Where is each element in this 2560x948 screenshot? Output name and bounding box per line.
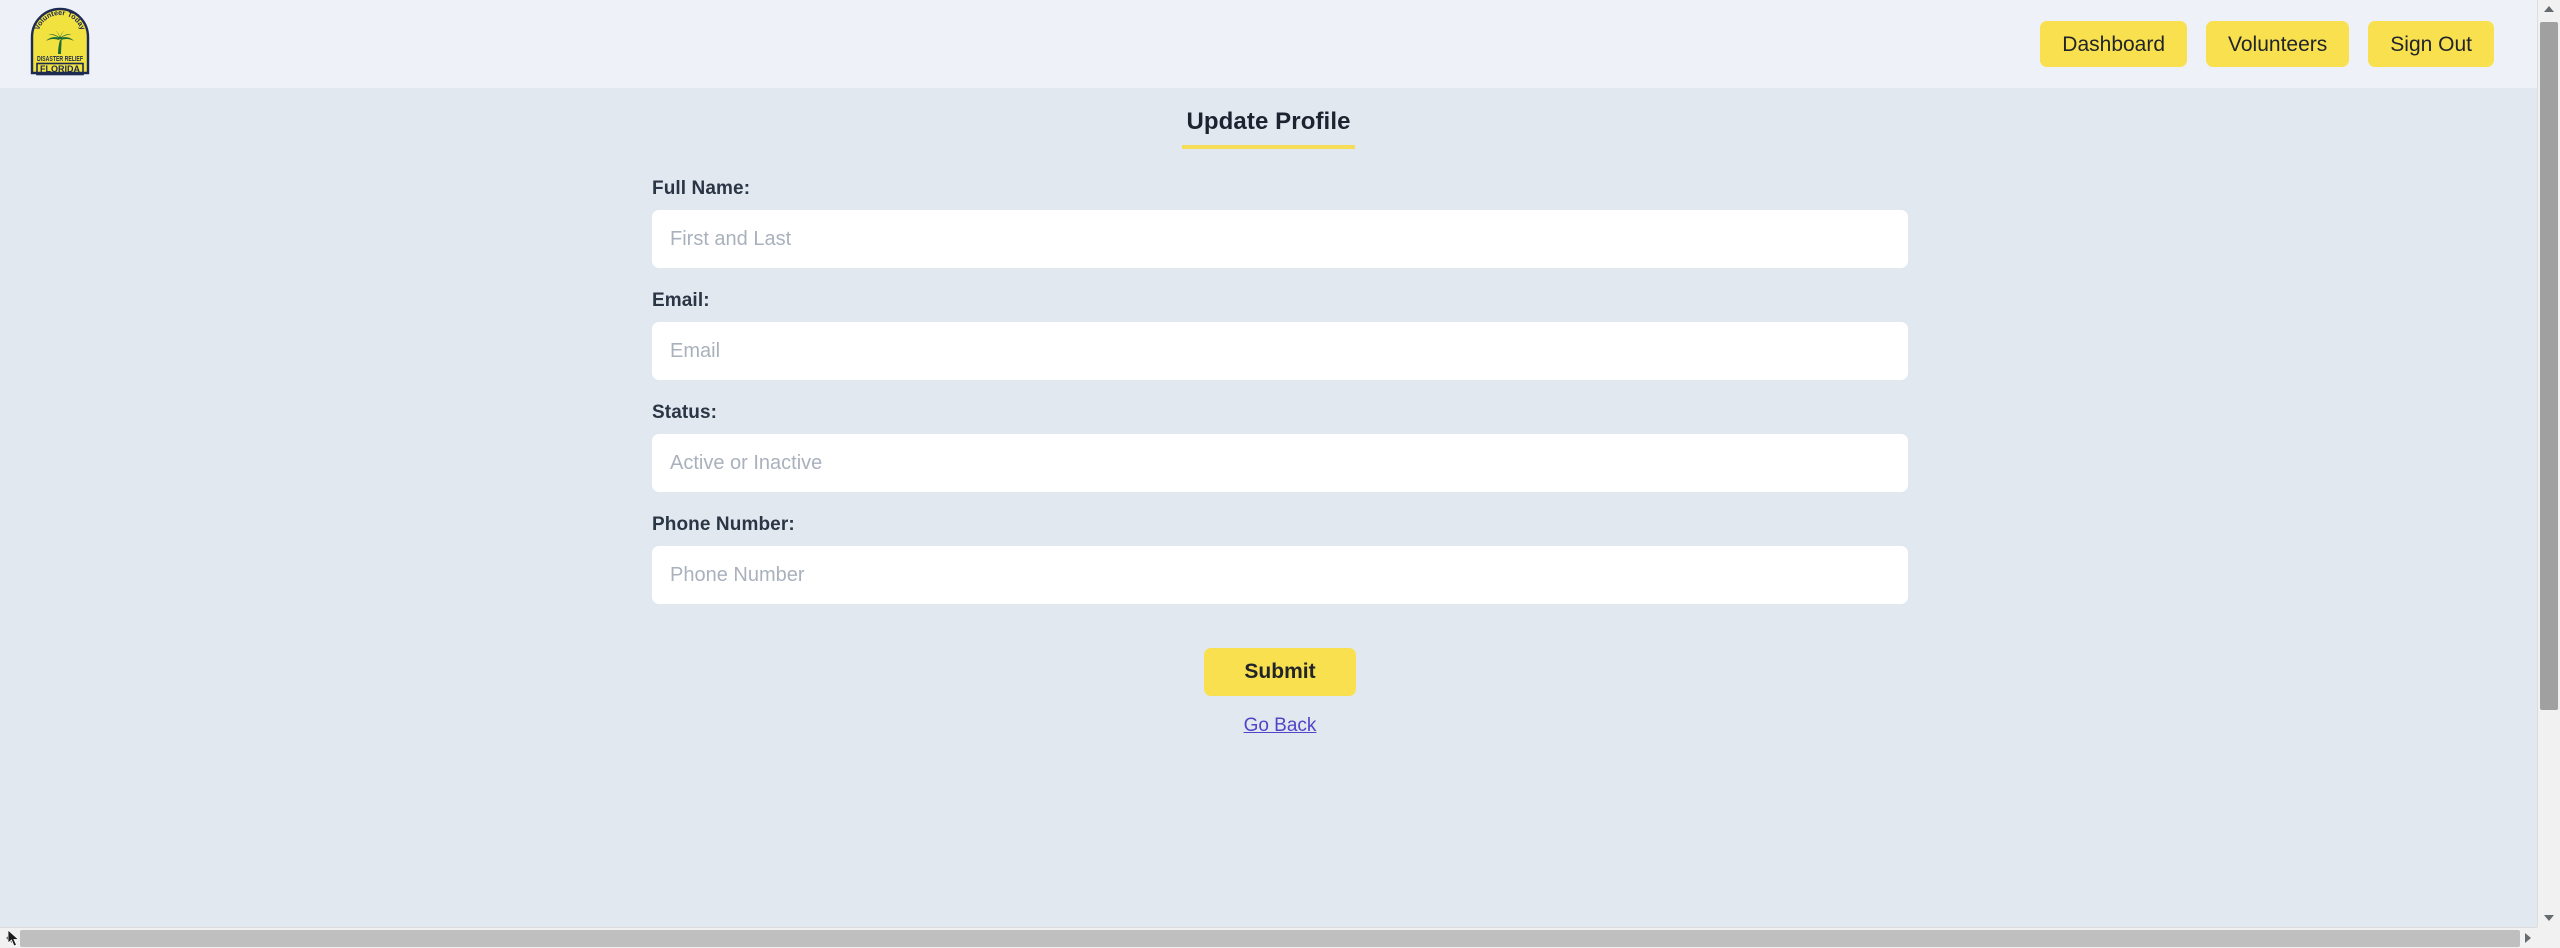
email-label: Email: [652,290,710,311]
submit-button[interactable]: Submit [1204,648,1356,696]
scroll-up-arrow-icon[interactable] [2538,0,2560,18]
form-actions: Submit [652,626,1908,696]
scroll-down-arrow-icon[interactable] [2538,909,2560,927]
page-title: Update Profile [1182,108,1355,149]
scrollbar-corner [2537,927,2560,948]
vertical-scrollbar-thumb[interactable] [2540,22,2558,710]
status-input[interactable] [652,434,1908,492]
go-back-link[interactable]: Go Back [1244,715,1317,736]
horizontal-scrollbar-thumb[interactable] [20,930,2520,947]
phone-number-label: Phone Number: [652,514,795,535]
update-profile-form: Full Name: Email: Status: Phone Number: [652,149,1908,737]
vertical-scrollbar[interactable] [2537,0,2560,927]
site-header: Volunteer Today DISASTER RELIEF FLORIDA … [0,0,2537,88]
site-logo[interactable]: Volunteer Today DISASTER RELIEF FLORIDA [27,7,93,79]
full-name-label: Full Name: [652,178,751,199]
svg-text:FLORIDA: FLORIDA [40,64,80,74]
svg-text:DISASTER RELIEF: DISASTER RELIEF [37,56,84,63]
form-group-email: Email: [652,290,1908,380]
go-back-container: Go Back [652,696,1908,737]
disaster-relief-florida-badge-icon: Volunteer Today DISASTER RELIEF FLORIDA [30,7,90,76]
form-group-full-name: Full Name: [652,178,1908,268]
status-label: Status: [652,402,718,423]
main-content: Update Profile Full Name: Email: Status:… [0,88,2537,737]
browser-viewport: Volunteer Today DISASTER RELIEF FLORIDA … [0,0,2560,948]
nav-sign-out-button[interactable]: Sign Out [2368,21,2494,67]
email-input[interactable] [652,322,1908,380]
scroll-left-arrow-icon[interactable] [0,928,18,948]
page-content: Volunteer Today DISASTER RELIEF FLORIDA … [0,0,2537,927]
full-name-input[interactable] [652,210,1908,268]
nav-volunteers-button[interactable]: Volunteers [2206,21,2350,67]
scroll-right-arrow-icon[interactable] [2519,928,2537,948]
form-group-phone-number: Phone Number: [652,514,1908,604]
header-nav: Dashboard Volunteers Sign Out [2040,0,2494,88]
phone-number-input[interactable] [652,546,1908,604]
nav-dashboard-button[interactable]: Dashboard [2040,21,2188,67]
form-group-status: Status: [652,402,1908,492]
horizontal-scrollbar[interactable] [0,927,2560,948]
page-title-container: Update Profile [0,88,2537,149]
